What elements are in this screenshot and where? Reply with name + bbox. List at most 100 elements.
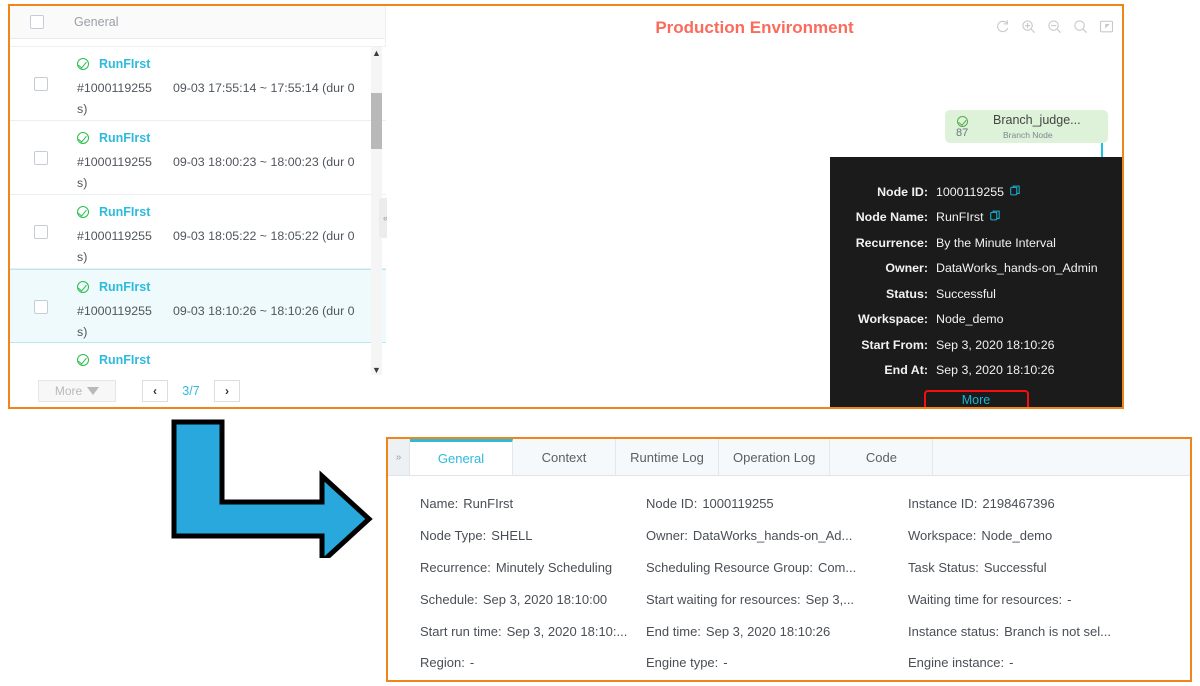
- expand-tabs-button[interactable]: »: [388, 439, 410, 475]
- select-all-checkbox[interactable]: [30, 15, 44, 29]
- page-indicator: 3/7: [182, 384, 200, 398]
- row-checkbox[interactable]: [34, 151, 48, 165]
- more-button[interactable]: More: [38, 380, 116, 402]
- tooltip-value: RunFIrst: [936, 210, 1001, 224]
- screenshot-root: General RunFIrst #1000119255 09-03 17:55:…: [0, 0, 1200, 686]
- detail-key: Waiting time for resources:: [908, 591, 1063, 607]
- detail-cell: Start waiting for resources: Sep 3,...: [646, 592, 908, 607]
- instance-list-header-label: General: [74, 15, 119, 29]
- detail-cell: Region: -: [388, 655, 646, 670]
- detail-row: Schedule: Sep 3, 2020 18:10:00 Start wait…: [388, 583, 1190, 615]
- detail-cell: Task Status: Successful: [908, 560, 1168, 575]
- tooltip-row: End At: Sep 3, 2020 18:10:26: [830, 358, 1122, 384]
- detail-value: Minutely Scheduling: [495, 559, 613, 575]
- list-item-name[interactable]: RunFIrst: [99, 353, 150, 367]
- zoom-out-icon[interactable]: [1047, 19, 1062, 34]
- tooltip-value-text: Sep 3, 2020 18:10:26: [936, 363, 1055, 378]
- detail-key: Engine type:: [646, 655, 719, 671]
- tab-code[interactable]: Code: [830, 439, 934, 475]
- more-link-button[interactable]: More: [923, 390, 1029, 407]
- detail-cell: Owner: DataWorks_hands-on_Ad...: [646, 528, 908, 543]
- detail-key: Start waiting for resources:: [646, 591, 801, 607]
- list-item[interactable]: RunFIrst #1000119255 09-03 17:55:14 ~ 17:…: [10, 47, 386, 121]
- row-checkbox[interactable]: [34, 77, 48, 91]
- tooltip-label: Node Name:: [855, 210, 928, 225]
- detail-cell: Node Type: SHELL: [388, 528, 646, 543]
- detail-cell: Node ID: 1000119255: [646, 496, 908, 511]
- next-page-button[interactable]: ›: [214, 380, 240, 402]
- tooltip-row: Node Name: RunFIrst: [830, 205, 1122, 231]
- detail-key: Scheduling Resource Group:: [646, 559, 813, 575]
- tooltip-label: Node ID:: [877, 184, 928, 199]
- scrollbar-thumb[interactable]: [371, 93, 382, 149]
- row-checkbox[interactable]: [34, 225, 48, 239]
- detail-cell: Schedule: Sep 3, 2020 18:10:00: [388, 592, 646, 607]
- list-item[interactable]: RunFIrst #1000119255 09-03 18:05:22 ~ 18:…: [10, 195, 386, 269]
- detail-key: Start run time:: [420, 623, 502, 639]
- refresh-icon[interactable]: [995, 19, 1010, 34]
- detail-key: Region:: [420, 655, 465, 671]
- graph-node-branch-judge[interactable]: 87 Branch_judge... Branch Node: [945, 110, 1108, 143]
- tooltip-row: Start From: Sep 3, 2020 18:10:26: [830, 332, 1122, 358]
- tooltip-value-text: 1000119255: [936, 184, 1004, 199]
- instance-list-scroll[interactable]: RunFIrst #1000119255 09-03 17:55:14 ~ 17:…: [10, 47, 386, 377]
- detail-value: DataWorks_hands-on_Ad...: [692, 528, 853, 544]
- list-item[interactable]: RunFIrst #1000119255 09-03 18:10:26 ~ 18:…: [10, 269, 386, 343]
- detail-key: Node Type:: [420, 528, 487, 544]
- detail-value: Sep 3,...: [805, 591, 855, 607]
- detail-key: Instance ID:: [908, 496, 978, 512]
- detail-key: Engine instance:: [908, 655, 1005, 671]
- list-item-meta: #1000119255 09-03 18:00:23 ~ 18:00:23 (du…: [77, 152, 367, 194]
- list-item-name[interactable]: RunFIrst: [99, 131, 150, 145]
- detail-key: Workspace:: [908, 528, 977, 544]
- tab-general[interactable]: General: [410, 439, 513, 475]
- scroll-down-icon[interactable]: ▼: [372, 366, 381, 375]
- tooltip-label: Workspace:: [857, 312, 928, 327]
- copy-icon[interactable]: [1010, 185, 1021, 199]
- copy-icon[interactable]: [989, 210, 1001, 224]
- detail-cell: Recurrence: Minutely Scheduling: [388, 560, 646, 575]
- list-item-instance-id: #1000119255: [77, 155, 152, 169]
- list-item[interactable]: RunFIrst: [10, 343, 386, 377]
- tab-runtime-log[interactable]: Runtime Log: [616, 439, 719, 475]
- detail-value: SHELL: [491, 528, 533, 544]
- tooltip-value-text: By the Minute Interval: [936, 235, 1056, 250]
- detail-row: Name: RunFIrst Node ID: 1000119255 Instanc…: [388, 488, 1190, 520]
- list-item-name[interactable]: RunFIrst: [99, 205, 150, 219]
- scroll-up-icon[interactable]: ▲: [372, 49, 381, 58]
- check-circle-icon: [77, 280, 89, 293]
- detail-value: Com...: [817, 559, 857, 575]
- prev-page-button[interactable]: ‹: [142, 380, 168, 402]
- detail-row: Recurrence: Minutely Scheduling Schedulin…: [388, 552, 1190, 584]
- detail-value: -: [723, 655, 728, 671]
- list-item-title-row: RunFIrst: [77, 350, 376, 369]
- tab-operation-log[interactable]: Operation Log: [719, 439, 831, 475]
- detail-value: Branch is not sel...: [1004, 623, 1112, 639]
- detail-value: -: [1009, 655, 1014, 671]
- detail-cell: Instance status: Branch is not sel...: [908, 624, 1168, 639]
- node-detail-tooltip: Node ID: 1000119255 Node Name: RunFIrst …: [830, 157, 1122, 407]
- detail-value: -: [1067, 591, 1072, 607]
- list-item[interactable]: RunFIrst #1000119255 09-03 18:00:23 ~ 18:…: [10, 121, 386, 195]
- zoom-in-icon[interactable]: [1021, 19, 1036, 34]
- tooltip-row: Workspace: Node_demo: [830, 307, 1122, 333]
- row-checkbox[interactable]: [34, 300, 48, 314]
- list-item-name[interactable]: RunFIrst: [99, 280, 150, 294]
- bottom-detail-panel: » General Context Runtime Log Operation …: [386, 437, 1192, 682]
- detail-key: Instance status:: [908, 623, 1000, 639]
- pagination-bar: More ‹ 3/7 ›: [10, 375, 386, 407]
- list-item-meta: #1000119255 09-03 18:05:22 ~ 18:05:22 (du…: [77, 226, 367, 268]
- chevron-down-icon: [87, 387, 100, 395]
- tooltip-value-text: Successful: [936, 286, 996, 301]
- tab-context[interactable]: Context: [513, 439, 616, 475]
- graph-toolbar: [995, 19, 1114, 34]
- list-item-name[interactable]: RunFIrst: [99, 57, 150, 71]
- graph-canvas[interactable]: Production Environment 87 Branch_judge..…: [387, 6, 1122, 407]
- reset-zoom-icon[interactable]: [1073, 19, 1088, 34]
- detail-cell: Engine type: -: [646, 655, 908, 670]
- fullscreen-icon[interactable]: [1099, 19, 1114, 34]
- detail-value: -: [469, 655, 475, 671]
- detail-value: Sep 3, 2020 18:10:26: [705, 623, 831, 639]
- instance-list-header: General: [10, 6, 385, 39]
- detail-value: 1000119255: [702, 496, 774, 512]
